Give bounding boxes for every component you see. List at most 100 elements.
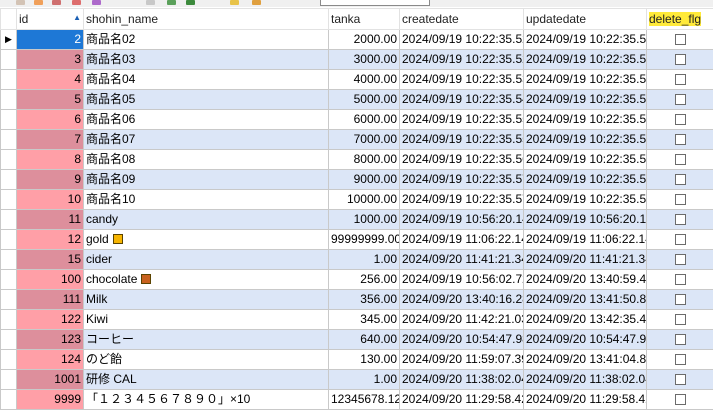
delete-flg-checkbox[interactable]: [674, 394, 686, 406]
delete-flg-checkbox[interactable]: [674, 274, 686, 286]
row-selector[interactable]: [0, 249, 17, 270]
table-row[interactable]: 111 Milk 356.00 2024/09/20 13:40:16.289 2024…: [0, 289, 713, 310]
cell-shohin-name[interactable]: candy: [83, 209, 329, 230]
cell-id[interactable]: 111: [16, 289, 84, 310]
cell-createdate[interactable]: 2024/09/19 10:56:20.147: [399, 209, 524, 230]
cell-updatedate[interactable]: 2024/09/19 10:22:35.552: [523, 109, 647, 130]
cell-id[interactable]: 8: [16, 149, 84, 170]
cell-shohin-name[interactable]: 商品名08: [83, 149, 329, 170]
table-row[interactable]: 100 chocolate 256.00 2024/09/19 10:56:02.72…: [0, 269, 713, 290]
cell-id[interactable]: 9999: [16, 389, 84, 410]
table-row[interactable]: 124 のど飴 130.00 2024/09/20 11:59:07.395 2024/…: [0, 349, 713, 370]
delete-flg-checkbox[interactable]: [674, 134, 686, 146]
table-row[interactable]: 10 商品名10 10000.00 2024/09/19 10:22:35.576 20…: [0, 189, 713, 210]
cell-id[interactable]: 7: [16, 129, 84, 150]
cell-updatedate[interactable]: 2024/09/20 13:41:50.876: [523, 289, 647, 310]
cell-updatedate[interactable]: 2024/09/20 11:41:21.346: [523, 249, 647, 270]
toolbar-sort-icon[interactable]: [230, 0, 239, 5]
delete-flg-checkbox[interactable]: [674, 354, 686, 366]
delete-flg-checkbox[interactable]: [674, 174, 686, 186]
row-selector[interactable]: [0, 269, 17, 290]
row-selector-header[interactable]: [0, 8, 17, 30]
cell-createdate[interactable]: 2024/09/20 10:54:47.986: [399, 329, 524, 350]
table-row[interactable]: 7 商品名07 7000.00 2024/09/19 10:22:35.557 2024…: [0, 129, 713, 150]
cell-shohin-name[interactable]: Kiwi: [83, 309, 329, 330]
cell-tanka[interactable]: 356.00: [328, 289, 400, 310]
delete-flg-checkbox[interactable]: [674, 254, 686, 266]
cell-shohin-name[interactable]: cider: [83, 249, 329, 270]
table-row[interactable]: 9 商品名09 9000.00 2024/09/19 10:22:35.570 2024…: [0, 169, 713, 190]
cell-tanka[interactable]: 4000.00: [328, 69, 400, 90]
delete-flg-checkbox[interactable]: [674, 374, 686, 386]
table-row[interactable]: 9999 「１２３４５６７８９０」×10 12345678.12 2024/09/20…: [0, 389, 713, 410]
delete-flg-checkbox[interactable]: [674, 294, 686, 306]
cell-shohin-name[interactable]: 商品名04: [83, 69, 329, 90]
cell-shohin-name[interactable]: 商品名05: [83, 89, 329, 110]
table-row[interactable]: ▶ 2 商品名02 2000.00 2024/09/19 10:22:35.520 202…: [0, 29, 713, 50]
toolbar-back-icon[interactable]: [16, 0, 25, 5]
cell-shohin-name[interactable]: 「１２３４５６７８９０」×10: [83, 389, 329, 410]
row-selector[interactable]: [0, 89, 17, 110]
toolbar-refresh-icon[interactable]: [52, 0, 61, 5]
cell-tanka[interactable]: 1.00: [328, 249, 400, 270]
row-selector[interactable]: [0, 69, 17, 90]
cell-shohin-name[interactable]: 商品名02: [83, 29, 329, 50]
table-row[interactable]: 3 商品名03 3000.00 2024/09/19 10:22:35.525 2024…: [0, 49, 713, 70]
cell-createdate[interactable]: 2024/09/19 10:22:35.520: [399, 29, 524, 50]
delete-flg-checkbox[interactable]: [674, 234, 686, 246]
cell-tanka[interactable]: 10000.00: [328, 189, 400, 210]
row-selector[interactable]: [0, 309, 17, 330]
cell-id[interactable]: 9: [16, 169, 84, 190]
cell-shohin-name[interactable]: 商品名10: [83, 189, 329, 210]
cell-id[interactable]: 100: [16, 269, 84, 290]
cell-shohin-name[interactable]: 商品名06: [83, 109, 329, 130]
cell-updatedate[interactable]: 2024/09/20 11:29:58.420: [523, 389, 647, 410]
cell-createdate[interactable]: 2024/09/19 10:22:35.544: [399, 89, 524, 110]
row-selector[interactable]: ▶: [0, 29, 17, 50]
cell-shohin-name[interactable]: 商品名03: [83, 49, 329, 70]
delete-flg-checkbox[interactable]: [674, 94, 686, 106]
toolbar-copy-icon[interactable]: [146, 0, 155, 5]
cell-tanka[interactable]: 7000.00: [328, 129, 400, 150]
table-row[interactable]: 4 商品名04 4000.00 2024/09/19 10:22:35.530 2024…: [0, 69, 713, 90]
toolbar-find-icon[interactable]: [252, 0, 261, 5]
table-row[interactable]: 8 商品名08 8000.00 2024/09/19 10:22:35.564 2024…: [0, 149, 713, 170]
table-row[interactable]: 15 cider 1.00 2024/09/20 11:41:21.346 2024/0…: [0, 249, 713, 270]
delete-flg-checkbox[interactable]: [674, 34, 686, 46]
cell-createdate[interactable]: 2024/09/19 10:22:35.570: [399, 169, 524, 190]
cell-createdate[interactable]: 2024/09/20 11:38:02.041: [399, 369, 524, 390]
cell-id[interactable]: 11: [16, 209, 84, 230]
sort-ascending-icon[interactable]: ▲: [73, 10, 81, 28]
row-selector[interactable]: [0, 229, 17, 250]
cell-tanka[interactable]: 6000.00: [328, 109, 400, 130]
cell-shohin-name[interactable]: 商品名07: [83, 129, 329, 150]
cell-createdate[interactable]: 2024/09/19 10:56:02.722: [399, 269, 524, 290]
toolbar-delete-icon[interactable]: [92, 0, 101, 5]
cell-id[interactable]: 1001: [16, 369, 84, 390]
column-header-shohin-name[interactable]: shohin_name: [83, 8, 329, 30]
cell-shohin-name[interactable]: 研修 CAL: [83, 369, 329, 390]
row-selector[interactable]: [0, 149, 17, 170]
cell-updatedate[interactable]: 2024/09/20 13:40:59.477: [523, 269, 647, 290]
cell-id[interactable]: 2: [16, 29, 84, 50]
delete-flg-checkbox[interactable]: [674, 54, 686, 66]
cell-id[interactable]: 10: [16, 189, 84, 210]
cell-tanka[interactable]: 640.00: [328, 329, 400, 350]
table-row[interactable]: 12 gold 99999999.00 2024/09/19 11:06:22.140…: [0, 229, 713, 250]
table-row[interactable]: 123 コーヒー 640.00 2024/09/20 10:54:47.986 2024…: [0, 329, 713, 350]
delete-flg-checkbox[interactable]: [674, 214, 686, 226]
cell-id[interactable]: 3: [16, 49, 84, 70]
toolbar-edit-icon[interactable]: [34, 0, 43, 5]
cell-updatedate[interactable]: 2024/09/19 10:22:35.564: [523, 149, 647, 170]
cell-id[interactable]: 122: [16, 309, 84, 330]
cell-id[interactable]: 5: [16, 89, 84, 110]
cell-updatedate[interactable]: 2024/09/19 10:22:35.544: [523, 89, 647, 110]
cell-tanka[interactable]: 12345678.12: [328, 389, 400, 410]
cell-id[interactable]: 4: [16, 69, 84, 90]
cell-tanka[interactable]: 9000.00: [328, 169, 400, 190]
cell-updatedate[interactable]: 2024/09/20 13:42:35.486: [523, 309, 647, 330]
cell-createdate[interactable]: 2024/09/19 10:22:35.552: [399, 109, 524, 130]
row-selector[interactable]: [0, 389, 17, 410]
toolbar-add-icon[interactable]: [72, 0, 81, 5]
column-header-id[interactable]: id ▲: [16, 8, 84, 30]
